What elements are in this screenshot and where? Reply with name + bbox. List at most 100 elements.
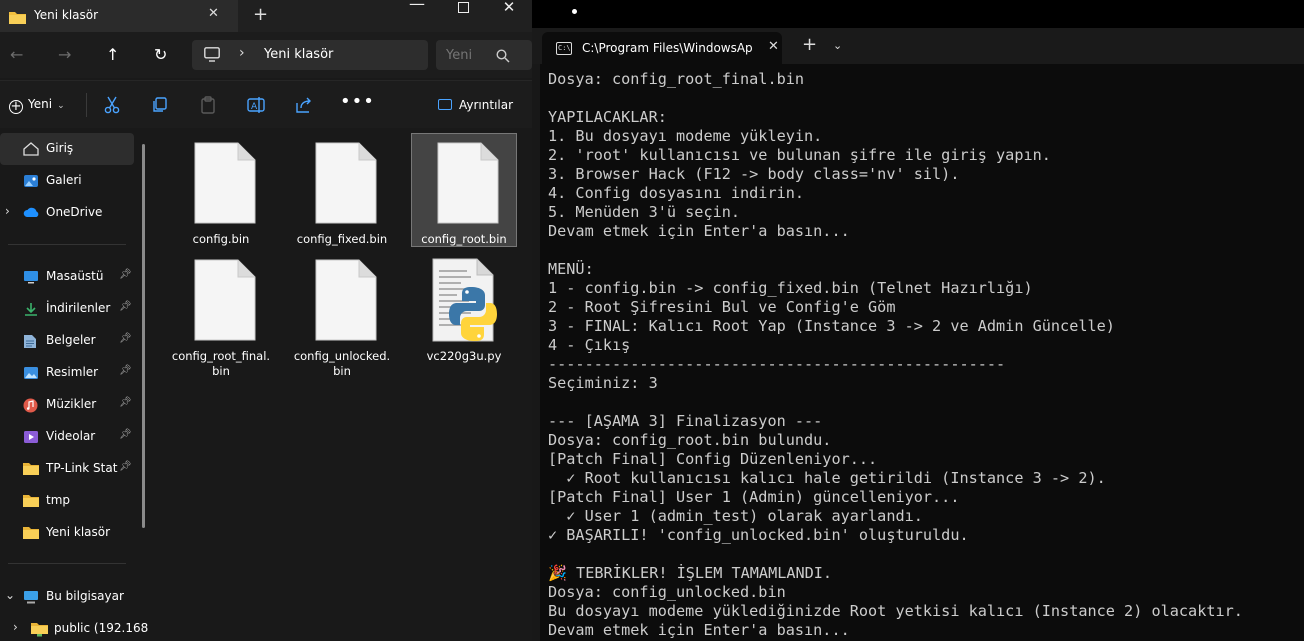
terminal-line: ✓ Root kullanıcısı kalıcı hale getirildi…: [548, 469, 1106, 487]
nav-label: Galeri: [46, 173, 82, 187]
home-icon: [23, 142, 39, 156]
chevron-down-icon: ⌄: [57, 101, 65, 111]
nav-item-gallery[interactable]: Galeri: [0, 165, 134, 197]
command-prompt-icon: C:\: [556, 42, 572, 55]
address-row: ← → ↑ ↻ › Yeni klasör: [0, 32, 532, 78]
pin-icon[interactable]: 📌︎: [119, 269, 132, 280]
nav-item-this-pc[interactable]: ⌄ Bu bilgisayar: [0, 581, 134, 613]
document-icon: [194, 142, 256, 224]
pin-icon[interactable]: 📌︎: [119, 333, 132, 344]
nav-label: Yeni klasör: [46, 525, 111, 539]
details-pane-button[interactable]: Ayrıntılar: [438, 98, 513, 112]
documents-icon: [23, 334, 39, 348]
nav-item-yeni-klasor[interactable]: Yeni klasör: [0, 517, 134, 549]
minimize-icon[interactable]: —: [394, 0, 440, 29]
nav-label: Bu bilgisayar: [46, 589, 124, 603]
paste-icon[interactable]: [198, 95, 218, 115]
up-arrow-icon[interactable]: ↑: [106, 45, 119, 64]
file-name: config_unlocked. bin: [293, 349, 391, 378]
chevron-right-icon[interactable]: ›: [239, 45, 245, 61]
nav-label: Resimler: [46, 365, 99, 379]
new-tab-icon[interactable]: +: [802, 34, 817, 55]
toolbar-divider: [86, 93, 87, 117]
close-tab-icon[interactable]: ✕: [768, 39, 779, 54]
new-button[interactable]: + Yeni ⌄: [9, 97, 65, 114]
share-icon[interactable]: [294, 95, 314, 115]
rename-icon[interactable]: A: [246, 95, 266, 115]
nav-scrollbar[interactable]: [142, 144, 145, 528]
chevron-right-icon[interactable]: ›: [5, 204, 10, 218]
nav-item-pictures[interactable]: Resimler 📌︎: [0, 357, 134, 389]
terminal-line: 4 - Çıkış: [548, 336, 631, 354]
forward-arrow-icon[interactable]: →: [58, 45, 71, 64]
chevron-down-icon[interactable]: ⌄: [833, 39, 842, 52]
file-name: config.bin: [192, 232, 250, 246]
pin-icon[interactable]: 📌︎: [119, 461, 132, 472]
search-input[interactable]: [436, 40, 496, 70]
monitor-icon: [204, 47, 220, 66]
refresh-icon[interactable]: ↻: [154, 45, 167, 64]
music-icon: [23, 398, 39, 413]
nav-label: tmp: [46, 493, 71, 507]
nav-item-tmp[interactable]: tmp: [0, 485, 134, 517]
pin-icon[interactable]: 📌︎: [119, 429, 132, 440]
pin-icon[interactable]: 📌︎: [119, 301, 132, 312]
nav-label: Masaüstü: [46, 269, 104, 283]
desktop-icon: [23, 270, 39, 284]
terminal-line: ----------------------------------------…: [548, 355, 1006, 373]
terminal-tab[interactable]: C:\ C:\Program Files\WindowsAp ✕: [542, 32, 782, 64]
chevron-right-icon[interactable]: ›: [13, 620, 18, 634]
nav-item-tplink[interactable]: TP-Link Stat 📌︎: [0, 453, 134, 485]
chevron-down-icon[interactable]: ⌄: [5, 588, 15, 602]
explorer-tab[interactable]: Yeni klasör ✕: [0, 0, 238, 32]
nav-label: Müzikler: [46, 397, 97, 411]
close-tab-icon[interactable]: ✕: [208, 6, 219, 21]
pin-icon[interactable]: 📌︎: [119, 365, 132, 376]
terminal-line: ✓ User 1 (admin_test) olarak ayarlandı.: [548, 507, 923, 525]
nav-item-videos[interactable]: Videolar 📌︎: [0, 421, 134, 453]
nav-divider: [8, 244, 126, 245]
plus-circle-icon: +: [9, 99, 23, 114]
folder-icon: [23, 494, 39, 508]
terminal-line: 🎉 TEBRİKLER! İŞLEM TAMAMLANDI.: [548, 564, 833, 582]
more-options-icon[interactable]: •••: [340, 91, 375, 112]
document-icon: [315, 142, 377, 224]
terminal-line: Dosya: config_root.bin bulundu.: [548, 431, 832, 449]
copy-icon[interactable]: [150, 95, 170, 115]
terminal-tab-title: C:\Program Files\WindowsAp: [582, 41, 753, 55]
dot-icon: [572, 9, 577, 14]
address-bar[interactable]: › Yeni klasör: [192, 40, 428, 70]
nav-item-home[interactable]: Giriş: [0, 133, 134, 165]
nav-label: TP-Link Stat: [46, 461, 118, 475]
back-arrow-icon[interactable]: ←: [10, 45, 23, 64]
cut-icon[interactable]: [102, 95, 122, 115]
details-pane-icon: [438, 99, 452, 110]
search-box[interactable]: [436, 40, 532, 70]
nav-item-public-share[interactable]: › public (192.168: [8, 613, 148, 641]
nav-item-desktop[interactable]: Masaüstü 📌︎: [0, 261, 134, 293]
nav-item-documents[interactable]: Belgeler 📌︎: [0, 325, 134, 357]
pin-icon[interactable]: 📌︎: [119, 397, 132, 408]
download-icon: [23, 302, 39, 316]
terminal-output[interactable]: Dosya: config_root_final.bin YAPILACAKLAR…: [548, 70, 1300, 640]
maximize-icon[interactable]: [440, 2, 486, 34]
nav-item-onedrive[interactable]: › OneDrive: [0, 197, 134, 229]
file-name: config_root.bin: [421, 232, 507, 246]
window-close-icon[interactable]: ✕: [486, 0, 532, 32]
nav-item-music[interactable]: Müzikler 📌︎: [0, 389, 134, 421]
address-path[interactable]: Yeni klasör: [264, 47, 333, 62]
navigation-pane: Giriş Galeri › OneDrive Masaüstü 📌︎ İndi…: [0, 128, 152, 641]
cloud-icon: [23, 206, 39, 220]
terminal-line: 5. Menüden 3'ü seçin.: [548, 203, 741, 221]
pictures-icon: [23, 366, 39, 380]
file-name: config_root_final. bin: [171, 349, 271, 378]
nav-item-downloads[interactable]: İndirilenler 📌︎: [0, 293, 134, 325]
terminal-top-strip: [532, 0, 1304, 28]
videos-icon: [23, 430, 39, 444]
search-icon[interactable]: [496, 48, 510, 67]
new-tab-icon[interactable]: +: [253, 4, 268, 25]
terminal-line: 3 - FINAL: Kalıcı Root Yap (Instance 3 -…: [548, 317, 1115, 335]
